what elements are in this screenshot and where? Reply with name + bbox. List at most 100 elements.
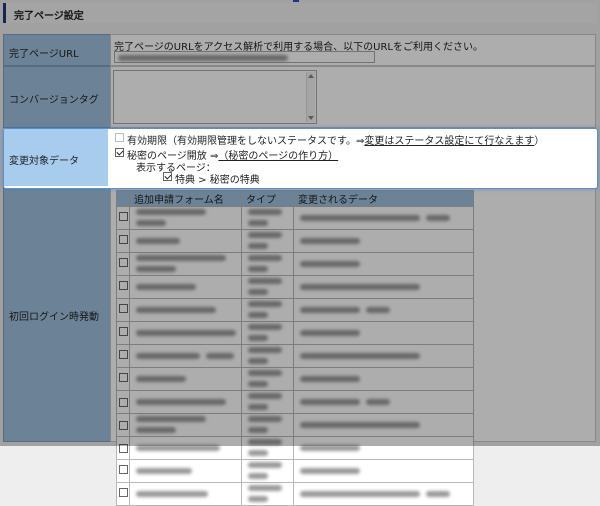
table-cell-redacted xyxy=(241,436,294,460)
table-cell-redacted xyxy=(129,413,242,437)
table-cell-redacted xyxy=(293,390,474,414)
table-row xyxy=(116,275,474,299)
table-cell-redacted xyxy=(241,367,294,391)
table-cell-redacted xyxy=(241,229,294,253)
table-cell-redacted xyxy=(293,413,474,437)
table-cell-redacted xyxy=(293,367,474,391)
table-cell-redacted xyxy=(293,206,474,230)
page-item-checkbox[interactable] xyxy=(163,172,172,181)
row-checkbox-cell xyxy=(116,229,130,253)
table-cell-redacted xyxy=(129,229,242,253)
secret-page-checkbox[interactable] xyxy=(115,148,124,157)
table-row xyxy=(116,459,474,483)
redacted-text xyxy=(248,324,282,330)
row-checkbox[interactable] xyxy=(119,420,128,430)
table-cell-redacted xyxy=(129,459,242,483)
row-checkbox-cell xyxy=(116,367,130,391)
table-cell-redacted xyxy=(129,252,242,276)
table-cell-redacted xyxy=(241,298,294,322)
row-checkbox[interactable] xyxy=(119,257,128,267)
table-row xyxy=(116,298,474,322)
redacted-text xyxy=(248,312,268,318)
redacted-text xyxy=(136,283,196,290)
section-title-bar: 完了ページ設定 xyxy=(3,3,597,23)
row-checkbox[interactable] xyxy=(119,211,128,221)
row-checkbox[interactable] xyxy=(119,372,128,382)
row-checkbox[interactable] xyxy=(119,443,128,453)
row-checkbox-cell xyxy=(116,252,130,276)
form-data-table: 追加申請フォーム名 タイプ 変更されるデータ xyxy=(116,190,474,506)
redacted-text xyxy=(248,347,282,353)
table-cell-redacted xyxy=(293,436,474,460)
first-login-label-text: 初回ログイン時発動 xyxy=(9,312,99,323)
table-cell-redacted xyxy=(293,459,474,483)
row-checkbox[interactable] xyxy=(119,397,128,407)
secret-page-howto-link[interactable]: （秘密のページの作り方） xyxy=(218,151,338,162)
row-checkbox[interactable] xyxy=(119,464,128,474)
url-row-label: 完了ページURL xyxy=(3,34,111,66)
url-value-blurred xyxy=(118,55,288,61)
redacted-text xyxy=(248,301,282,307)
change-target-row: 変更対象データ 有効期限（有効期限管理をしないステータスです。⇒変更はステータス… xyxy=(3,128,598,189)
table-cell-redacted xyxy=(241,206,294,230)
top-accent-mark xyxy=(293,0,299,2)
table-header-data: 変更されるデータ xyxy=(293,190,474,207)
table-cell-redacted xyxy=(129,275,242,299)
table-cell-redacted xyxy=(129,482,242,506)
table-cell-redacted xyxy=(241,413,294,437)
expiry-text-close: ） xyxy=(534,136,545,147)
redacted-text xyxy=(300,306,360,313)
row-checkbox[interactable] xyxy=(119,280,128,290)
table-cell-redacted xyxy=(241,482,294,506)
row-checkbox-cell xyxy=(116,206,130,230)
table-row xyxy=(116,252,474,276)
checkbox-column-header xyxy=(116,190,130,207)
table-cell-redacted xyxy=(293,275,474,299)
row-checkbox[interactable] xyxy=(119,234,128,244)
row-checkbox[interactable] xyxy=(119,326,128,336)
table-cell-redacted xyxy=(293,344,474,368)
row-checkbox-cell xyxy=(116,413,130,437)
table-cell-redacted xyxy=(129,298,242,322)
section-title: 完了ページ設定 xyxy=(14,11,84,22)
redacted-text xyxy=(136,209,206,215)
row-checkbox-cell xyxy=(116,298,130,322)
redacted-text xyxy=(248,232,282,238)
table-cell-redacted xyxy=(293,252,474,276)
row-checkbox[interactable] xyxy=(119,303,128,313)
redacted-text xyxy=(136,266,176,272)
redacted-text xyxy=(300,352,420,359)
row-checkbox-cell xyxy=(116,275,130,299)
status-settings-link[interactable]: 変更はステータス設定にて行なえます xyxy=(364,136,534,147)
redacted-text xyxy=(136,237,180,244)
redacted-text xyxy=(300,467,360,474)
redacted-text xyxy=(248,243,268,249)
table-cell-redacted xyxy=(241,275,294,299)
table-cell-redacted xyxy=(241,390,294,414)
row-checkbox[interactable] xyxy=(119,349,128,359)
redacted-text xyxy=(136,255,226,261)
redacted-text xyxy=(248,462,282,468)
url-label-text: 完了ページURL xyxy=(9,49,79,60)
expiry-text: 有効期限（有効期限管理をしないステータスです。⇒変更はステータス設定にて行なえま… xyxy=(127,132,544,147)
row-checkbox-cell xyxy=(116,436,130,460)
redacted-text xyxy=(248,473,268,479)
conversion-row-content xyxy=(110,66,596,128)
table-row xyxy=(116,482,474,506)
expiry-checkbox[interactable] xyxy=(115,133,124,142)
table-cell-redacted xyxy=(293,229,474,253)
table-cell-redacted xyxy=(293,482,474,506)
table-row xyxy=(116,413,474,437)
page-item-text: 特典 > 秘密の特典 xyxy=(175,175,260,186)
table-cell-redacted xyxy=(129,344,242,368)
redacted-text xyxy=(248,450,268,456)
conversion-tag-textarea[interactable] xyxy=(113,70,317,124)
redacted-text xyxy=(426,214,450,221)
table-cell-redacted xyxy=(129,321,242,345)
row-checkbox[interactable] xyxy=(119,487,128,497)
completion-url-field[interactable] xyxy=(114,51,375,63)
textarea-scrollbar[interactable] xyxy=(306,72,315,122)
redacted-text xyxy=(136,398,226,405)
redacted-text xyxy=(366,398,390,405)
table-row xyxy=(116,344,474,368)
